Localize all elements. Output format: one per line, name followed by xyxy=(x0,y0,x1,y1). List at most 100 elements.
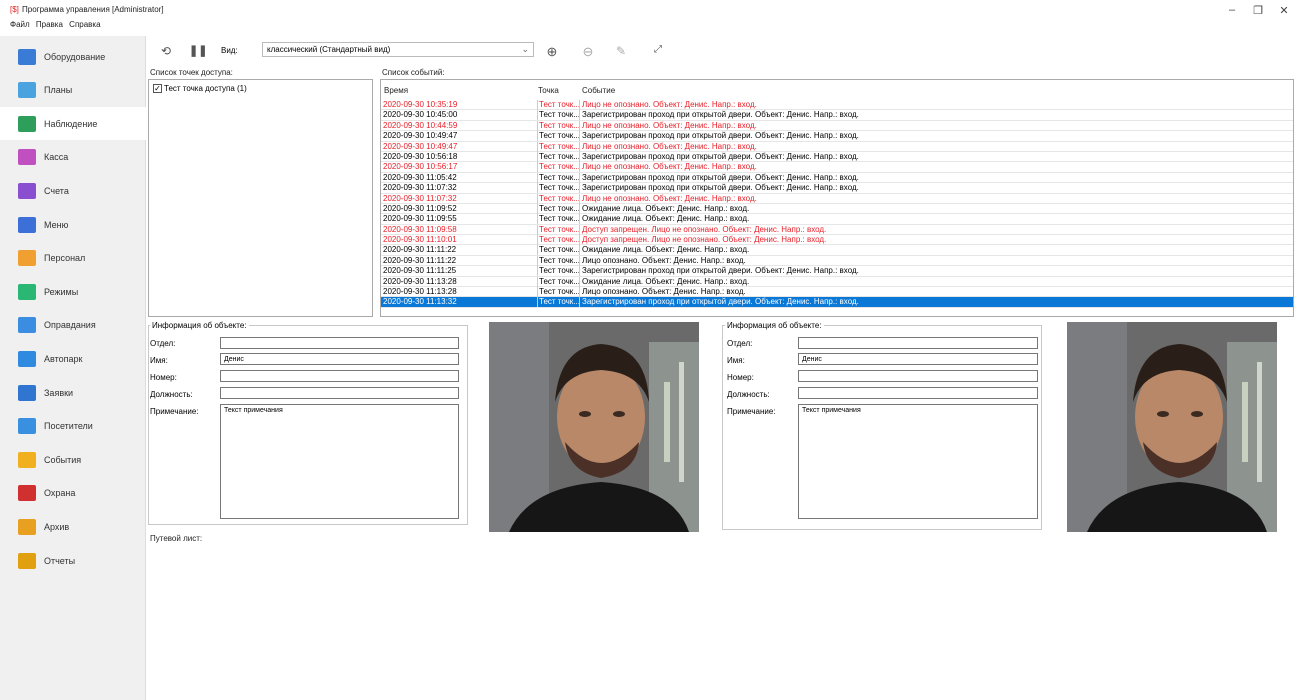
table-row[interactable]: 2020-09-30 11:09:55 Тест точк... Ожидание … xyxy=(381,214,1293,225)
cell-time: 2020-09-30 10:56:17 xyxy=(383,162,458,172)
number-field[interactable] xyxy=(220,370,459,382)
sidebar-item-3[interactable]: Касса xyxy=(0,141,146,174)
pause-icon[interactable]: ❚❚ xyxy=(189,44,207,57)
table-row[interactable]: 2020-09-30 10:49:47 Тест точк... Зарегистр… xyxy=(381,131,1293,142)
cell-event: Лицо опознано. Объект: Денис. Напр.: вхо… xyxy=(579,287,1289,298)
sidebar-item-10[interactable]: Заявки xyxy=(0,376,146,409)
fullscreen-icon[interactable]: ⤢ xyxy=(650,44,666,55)
note-field-2[interactable]: Текст примечания xyxy=(798,404,1038,519)
table-row[interactable]: 2020-09-30 11:13:28 Тест точк... Ожидание … xyxy=(381,276,1293,288)
cell-point: Тест точк... xyxy=(537,100,579,110)
person-photo-icon xyxy=(1067,322,1277,532)
cell-point: Тест точк... xyxy=(537,120,579,131)
sidebar-item-6[interactable]: Персонал xyxy=(0,242,146,275)
cell-point: Тест точк... xyxy=(537,245,579,256)
table-row[interactable]: 2020-09-30 11:11:25 Тест точк... Зарегистр… xyxy=(381,266,1293,277)
plans-icon xyxy=(18,82,36,99)
dept-field-2[interactable] xyxy=(798,337,1038,349)
sidebar-item-0[interactable]: Оборудование xyxy=(0,40,146,73)
cash-icon xyxy=(18,149,36,166)
cell-event: Ожидание лица. Объект: Денис. Напр.: вхо… xyxy=(579,245,1289,256)
cell-time: 2020-09-30 10:44:59 xyxy=(383,120,458,130)
table-row[interactable]: 2020-09-30 10:56:18 Тест точк... Зарегистр… xyxy=(381,151,1293,163)
events-label: Список событий: xyxy=(382,68,445,77)
cell-event: Зарегистрирован проход при открытой двер… xyxy=(579,266,1289,277)
chevron-down-icon: ⌄ xyxy=(521,44,529,54)
dept-field[interactable] xyxy=(220,337,459,349)
menu-file[interactable]: Файл xyxy=(10,20,30,29)
position-field[interactable] xyxy=(220,387,459,399)
edit-icon[interactable]: ✎ xyxy=(613,44,629,58)
sidebar-item-15[interactable]: Отчеты xyxy=(0,544,146,577)
sidebar-item-1[interactable]: Планы xyxy=(0,74,146,107)
equipment-icon xyxy=(18,48,36,65)
table-row[interactable]: 2020-09-30 10:44:59 Тест точк... Лицо не о… xyxy=(381,120,1293,132)
sidebar-item-9[interactable]: Автопарк xyxy=(0,342,146,375)
menu-edit[interactable]: Правка xyxy=(36,20,63,29)
column-point[interactable]: Точка xyxy=(538,86,559,95)
table-row[interactable]: 2020-09-30 11:07:32 Тест точк... Зарегистр… xyxy=(381,183,1293,194)
add-icon[interactable]: ⊕ xyxy=(544,44,560,60)
sidebar-item-label: Заявки xyxy=(44,387,74,398)
table-row[interactable]: 2020-09-30 11:07:32 Тест точк... Лицо не о… xyxy=(381,193,1293,204)
sidebar-item-2[interactable]: Наблюдение xyxy=(0,107,146,141)
cell-event: Ожидание лица. Объект: Денис. Напр.: вхо… xyxy=(579,203,1289,214)
name-field-2[interactable]: Денис xyxy=(798,353,1038,365)
table-row[interactable]: 2020-09-30 11:09:58 Тест точк... Доступ за… xyxy=(381,224,1293,236)
access-point-item[interactable]: ✓ Тест точка доступа (1) xyxy=(153,84,247,93)
note-field[interactable]: Текст примечания xyxy=(220,404,459,519)
sidebar-item-13[interactable]: Охрана xyxy=(0,477,146,510)
sidebar-item-11[interactable]: Посетители xyxy=(0,410,146,443)
close-button[interactable]: ✕ xyxy=(1274,4,1294,17)
checkbox[interactable]: ✓ xyxy=(153,84,162,93)
cell-time: 2020-09-30 11:09:58 xyxy=(383,224,457,234)
sidebar-item-label: Наблюдение xyxy=(44,118,98,129)
alarm-icon xyxy=(18,485,36,502)
position-label: Должность: xyxy=(150,390,193,399)
table-row[interactable]: 2020-09-30 10:49:47 Тест точк... Лицо не о… xyxy=(381,141,1293,152)
sidebar-item-label: Персонал xyxy=(44,253,86,264)
table-row[interactable]: 2020-09-30 11:10:01 Тест точк... Доступ за… xyxy=(381,235,1293,246)
car-icon xyxy=(18,350,36,367)
minimize-button[interactable]: – xyxy=(1222,4,1242,16)
cell-point: Тест точк... xyxy=(537,183,579,194)
column-time[interactable]: Время xyxy=(384,86,408,95)
number-field-2[interactable] xyxy=(798,370,1038,382)
remove-icon[interactable]: ⊖ xyxy=(580,44,596,60)
cell-point: Тест точк... xyxy=(537,172,579,183)
object-info-title-2: Информация об объекте: xyxy=(725,321,824,330)
sidebar-item-7[interactable]: Режимы xyxy=(0,275,146,308)
sidebar-item-5[interactable]: Меню xyxy=(0,208,146,241)
cell-time: 2020-09-30 11:09:55 xyxy=(383,214,457,224)
position-field-2[interactable] xyxy=(798,387,1038,399)
sidebar: Оборудование Планы Наблюдение Касса Счета Мен… xyxy=(0,36,146,700)
refresh-icon[interactable]: ⟲ xyxy=(158,44,174,58)
table-row[interactable]: 2020-09-30 11:09:52 Тест точк... Ожидание … xyxy=(381,203,1293,215)
table-row[interactable]: 2020-09-30 10:35:19 Тест точк... Лицо не о… xyxy=(381,100,1293,111)
column-event[interactable]: Событие xyxy=(582,86,615,95)
sidebar-item-8[interactable]: Оправдания xyxy=(0,309,146,342)
sidebar-item-4[interactable]: Счета xyxy=(0,174,146,207)
table-row[interactable]: 2020-09-30 11:11:22 Тест точк... Лицо опоз… xyxy=(381,255,1293,267)
dept-label-2: Отдел: xyxy=(727,339,753,348)
sidebar-item-12[interactable]: События xyxy=(0,443,146,476)
view-label: Вид: xyxy=(221,46,238,55)
table-row[interactable]: 2020-09-30 11:13:28 Тест точк... Лицо опоз… xyxy=(381,287,1293,298)
cell-point: Тест точк... xyxy=(537,110,579,121)
table-row[interactable]: 2020-09-30 10:45:00 Тест точк... Зарегистр… xyxy=(381,110,1293,121)
table-row[interactable]: 2020-09-30 11:11:22 Тест точк... Ожидание … xyxy=(381,245,1293,256)
cell-time: 2020-09-30 11:07:32 xyxy=(383,183,457,193)
face-photo xyxy=(489,322,699,532)
maximize-button[interactable]: ❐ xyxy=(1248,4,1268,17)
menu-help[interactable]: Справка xyxy=(69,20,100,29)
name-field[interactable]: Денис xyxy=(220,353,459,365)
view-select[interactable]: классический (Стандартный вид) ⌄ xyxy=(262,42,534,57)
table-row[interactable]: 2020-09-30 11:05:42 Тест точк... Зарегистр… xyxy=(381,172,1293,184)
sidebar-item-label: Касса xyxy=(44,152,69,163)
cell-point: Тест точк... xyxy=(537,214,579,225)
table-row[interactable]: 2020-09-30 11:13:32 Тест точк... Зарегистр… xyxy=(381,297,1293,308)
cell-event: Лицо не опознано. Объект: Денис. Напр.: … xyxy=(579,141,1289,152)
cell-time: 2020-09-30 11:13:28 xyxy=(383,276,457,286)
sidebar-item-14[interactable]: Архив xyxy=(0,510,146,543)
table-row[interactable]: 2020-09-30 10:56:17 Тест точк... Лицо не о… xyxy=(381,162,1293,173)
